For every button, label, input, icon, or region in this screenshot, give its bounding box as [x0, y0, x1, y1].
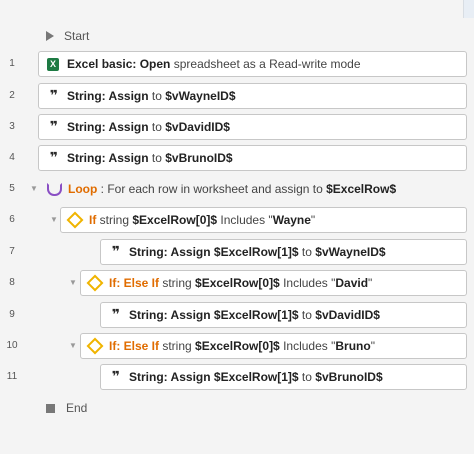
- line-number: 10: [6, 340, 18, 351]
- variable: $ExcelRow[0]$: [132, 213, 218, 227]
- start-node[interactable]: Start: [46, 24, 89, 48]
- line-number: 9: [9, 309, 15, 320]
- variable: $vDavidID$: [165, 120, 230, 134]
- variable: $ExcelRow$: [326, 182, 397, 196]
- variable: $vDavidID$: [315, 308, 380, 322]
- collapse-caret-icon[interactable]: ▼: [69, 341, 77, 350]
- line-number: 7: [9, 246, 15, 257]
- stop-icon: [46, 403, 55, 413]
- collapse-caret-icon[interactable]: ▼: [30, 184, 38, 193]
- step-string-assign[interactable]: ❞ String: Assign $ExcelRow[1]$ to $vWayn…: [100, 239, 467, 265]
- variable: $ExcelRow[1]$: [213, 308, 299, 322]
- step-action: String: Assign: [67, 120, 149, 134]
- step-description: spreadsheet as a Read-write mode: [170, 57, 361, 71]
- step-string-assign[interactable]: ❞ String: Assign $ExcelRow[1]$ to $vDavi…: [100, 302, 467, 328]
- line-number: 1: [9, 58, 15, 69]
- condition-value: Bruno: [335, 339, 371, 353]
- step-else-if[interactable]: If: Else If string $ExcelRow[0]$ Include…: [80, 333, 467, 359]
- step-action: If: Else If: [109, 339, 160, 353]
- line-number: 5: [9, 183, 15, 194]
- variable: $vWayneID$: [165, 89, 236, 103]
- line-number: 6: [9, 214, 15, 225]
- loop-icon: [46, 182, 62, 196]
- step-action: String: Assign: [67, 151, 149, 165]
- condition-icon: [86, 337, 104, 355]
- variable: $ExcelRow[1]$: [213, 370, 299, 384]
- step-action: String: Assign: [129, 370, 214, 384]
- end-node[interactable]: End: [46, 396, 87, 420]
- line-number: 3: [9, 121, 15, 132]
- step-action: String: Assign: [67, 89, 149, 103]
- condition-icon: [66, 211, 84, 229]
- step-loop[interactable]: Loop : For each row in worksheet and ass…: [40, 176, 467, 202]
- step-action: Loop: [68, 182, 98, 196]
- step-string-assign[interactable]: ❞ String: Assign $ExcelRow[1]$ to $vBrun…: [100, 364, 467, 390]
- excel-icon: X: [47, 57, 59, 71]
- quote-icon: ❞: [49, 88, 58, 104]
- step-action: If: [89, 213, 97, 227]
- line-number: 8: [9, 277, 15, 288]
- step-string-assign[interactable]: ❞ String: Assign to $vDavidID$: [38, 114, 467, 140]
- variable: $ExcelRow[1]$: [213, 245, 299, 259]
- condition-value: Wayne: [272, 213, 311, 227]
- variable: $vWayneID$: [315, 245, 386, 259]
- line-number: 4: [9, 152, 15, 163]
- line-number: 11: [6, 371, 18, 382]
- quote-icon: ❞: [49, 150, 58, 166]
- collapse-caret-icon[interactable]: ▼: [50, 215, 58, 224]
- quote-icon: ❞: [49, 119, 58, 135]
- quote-icon: ❞: [111, 244, 120, 260]
- step-if[interactable]: If string $ExcelRow[0]$ Includes " Wayne…: [60, 207, 467, 233]
- collapse-caret-icon[interactable]: ▼: [69, 278, 77, 287]
- step-string-assign[interactable]: ❞ String: Assign to $vBrunoID$: [38, 145, 467, 171]
- step-action: If: Else If: [109, 276, 160, 290]
- step-action: String: Assign: [129, 308, 214, 322]
- variable: $vBrunoID$: [315, 370, 383, 384]
- start-label: Start: [64, 29, 90, 43]
- condition-value: David: [335, 276, 369, 290]
- line-number: 2: [9, 90, 15, 101]
- quote-icon: ❞: [111, 307, 120, 323]
- step-string-assign[interactable]: ❞ String: Assign to $vWayneID$: [38, 83, 467, 109]
- variable: $ExcelRow[0]$: [195, 276, 280, 290]
- play-icon: [46, 31, 54, 41]
- condition-icon: [86, 274, 104, 292]
- quote-icon: ❞: [111, 369, 120, 385]
- step-action: Excel basic: Open: [67, 57, 171, 71]
- variable: $ExcelRow[0]$: [195, 339, 280, 353]
- variable: $vBrunoID$: [165, 151, 233, 165]
- scrollbar[interactable]: [463, 0, 474, 18]
- step-else-if[interactable]: If: Else If string $ExcelRow[0]$ Include…: [80, 270, 467, 296]
- end-label: End: [66, 401, 88, 415]
- step-action: String: Assign: [129, 245, 214, 259]
- step-excel-open[interactable]: X Excel basic: Open spreadsheet as a Rea…: [38, 51, 467, 77]
